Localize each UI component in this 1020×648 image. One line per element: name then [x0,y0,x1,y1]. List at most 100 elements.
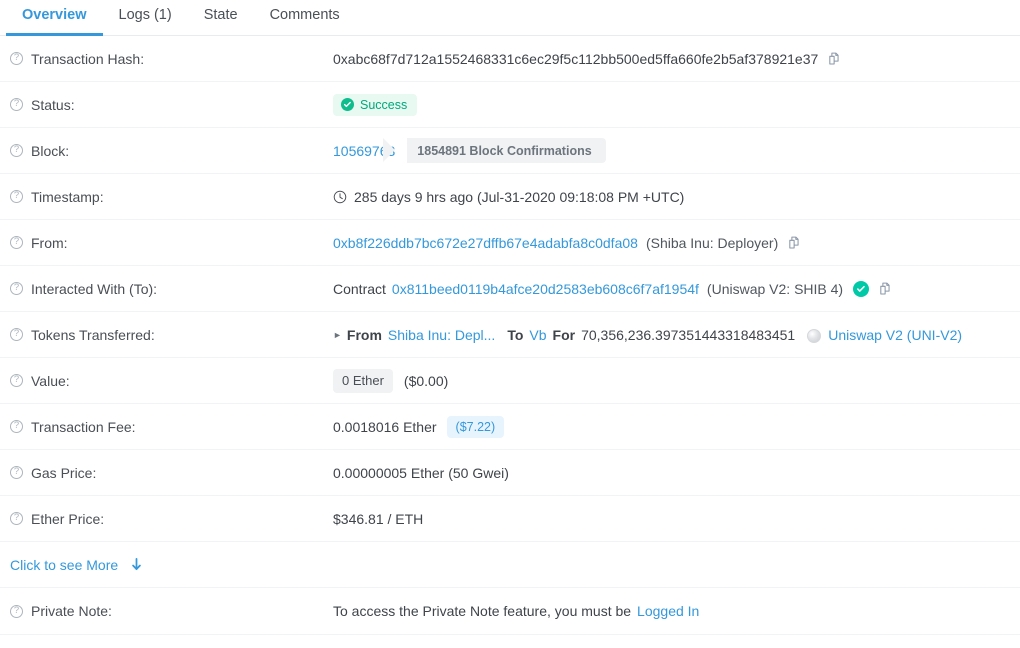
expand-caret-icon[interactable]: ► [333,330,342,340]
help-icon[interactable]: ? [10,374,23,387]
copy-icon[interactable] [827,52,842,67]
value-block: 10569763 1854891 Block Confirmations [333,138,1010,163]
see-more-toggle[interactable]: Click to see More [10,557,143,573]
label-interacted-with: ? Interacted With (To): [10,281,333,297]
token-from-link[interactable]: Shiba Inu: Depl... [388,327,495,343]
from-address-link[interactable]: 0xb8f226ddb7bc672e27dffb67e4adabfa8c0dfa… [333,235,638,251]
tab-overview[interactable]: Overview [6,0,103,35]
label-text: Value: [31,373,70,389]
details-list: ? Transaction Hash: 0xabc68f7d712a155246… [0,36,1020,635]
label-status: ? Status: [10,97,333,113]
token-from-keyword: From [347,327,382,343]
token-name-link[interactable]: Uniswap V2 (UNI-V2) [828,327,962,343]
value-transaction-hash: 0xabc68f7d712a1552468331c6ec29f5c112bb50… [333,51,1010,67]
row-tokens-transferred: ? Tokens Transferred: ► From Shiba Inu: … [0,312,1020,358]
token-for-keyword: For [553,327,576,343]
help-icon[interactable]: ? [10,328,23,341]
tab-logs[interactable]: Logs (1) [103,0,188,35]
block-wrapper: 10569763 1854891 Block Confirmations [333,138,606,163]
value-interacted-with: Contract 0x811beed0119b4afce20d2583eb608… [333,281,1010,297]
ether-price-text: $346.81 / ETH [333,511,423,527]
value-private-note: To access the Private Note feature, you … [333,603,1010,619]
label-transaction-fee: ? Transaction Fee: [10,419,333,435]
transaction-hash-text: 0xabc68f7d712a1552468331c6ec29f5c112bb50… [333,51,818,67]
check-circle-icon [341,98,354,111]
label-text: Status: [31,97,75,113]
value-fiat: ($0.00) [404,373,448,389]
contract-address-link[interactable]: 0x811beed0119b4afce20d2583eb608c6f7af195… [392,281,699,297]
transaction-fee-amount: 0.0018016 Ether [333,419,437,435]
label-from: ? From: [10,235,333,251]
block-confirmations-badge: 1854891 Block Confirmations [407,138,605,163]
tab-comments-label: Comments [270,7,340,23]
label-private-note: ? Private Note: [10,603,333,619]
label-text: Transaction Fee: [31,419,136,435]
token-to-keyword: To [507,327,523,343]
contract-tag: (Uniswap V2: SHIB 4) [707,281,843,297]
label-transaction-hash: ? Transaction Hash: [10,51,333,67]
help-icon[interactable]: ? [10,144,23,157]
help-icon[interactable]: ? [10,466,23,479]
verified-check-icon [853,281,869,297]
label-text: Tokens Transferred: [31,327,155,343]
help-icon[interactable]: ? [10,190,23,203]
from-address-tag: (Shiba Inu: Deployer) [646,235,778,251]
help-icon[interactable]: ? [10,420,23,433]
label-text: Block: [31,143,69,159]
row-transaction-fee: ? Transaction Fee: 0.0018016 Ether ($7.2… [0,404,1020,450]
tab-overview-label: Overview [22,7,87,23]
see-more-label: Click to see More [10,557,118,573]
tab-bar: Overview Logs (1) State Comments [0,0,1020,36]
label-block: ? Block: [10,143,333,159]
arrow-down-icon [130,557,143,572]
label-gas-price: ? Gas Price: [10,465,333,481]
label-text: From: [31,235,68,251]
help-icon[interactable]: ? [10,512,23,525]
tab-state-label: State [204,7,238,23]
copy-icon[interactable] [787,236,802,251]
token-amount: 70,356,236.397351443318483451 [581,327,795,343]
label-timestamp: ? Timestamp: [10,189,333,205]
row-block: ? Block: 10569763 1854891 Block Confirma… [0,128,1020,174]
row-ether-price: ? Ether Price: $346.81 / ETH [0,496,1020,542]
clock-icon [333,190,347,204]
help-icon[interactable]: ? [10,236,23,249]
label-text: Gas Price: [31,465,96,481]
label-text: Interacted With (To): [31,281,157,297]
value-from: 0xb8f226ddb7bc672e27dffb67e4adabfa8c0dfa… [333,235,1010,251]
help-icon[interactable]: ? [10,605,23,618]
value-transaction-fee: 0.0018016 Ether ($7.22) [333,416,1010,438]
help-icon[interactable]: ? [10,52,23,65]
status-badge-label: Success [360,98,407,112]
help-icon[interactable]: ? [10,282,23,295]
tab-logs-label: Logs (1) [119,7,172,23]
contract-prefix: Contract [333,281,386,297]
transaction-details-page: Overview Logs (1) State Comments ? Trans… [0,0,1020,648]
label-text: Timestamp: [31,189,104,205]
row-from: ? From: 0xb8f226ddb7bc672e27dffb67e4adab… [0,220,1020,266]
row-see-more: Click to see More [0,542,1020,588]
value-gas-price: 0.00000005 Ether (50 Gwei) [333,465,1010,481]
tab-comments[interactable]: Comments [254,0,356,35]
value-status: Success [333,94,1010,116]
help-icon[interactable]: ? [10,98,23,111]
label-ether-price: ? Ether Price: [10,511,333,527]
value-timestamp: 285 days 9 hrs ago (Jul-31-2020 09:18:08… [333,189,1010,205]
token-transfer-line: ► From Shiba Inu: Depl... To Vb For 70,3… [333,327,962,343]
token-to-link[interactable]: Vb [529,327,546,343]
transaction-fee-fiat-pill: ($7.22) [447,416,505,438]
label-text: Ether Price: [31,511,104,527]
value-tokens-transferred: ► From Shiba Inu: Depl... To Vb For 70,3… [333,327,1010,343]
row-gas-price: ? Gas Price: 0.00000005 Ether (50 Gwei) [0,450,1020,496]
label-text: Transaction Hash: [31,51,144,67]
logged-in-link[interactable]: Logged In [637,603,699,619]
gas-price-text: 0.00000005 Ether (50 Gwei) [333,465,509,481]
row-transaction-hash: ? Transaction Hash: 0xabc68f7d712a155246… [0,36,1020,82]
label-value: ? Value: [10,373,333,389]
tab-state[interactable]: State [188,0,254,35]
label-text: Private Note: [31,603,112,619]
copy-icon[interactable] [878,282,893,297]
row-value: ? Value: 0 Ether ($0.00) [0,358,1020,404]
row-private-note: ? Private Note: To access the Private No… [0,588,1020,635]
status-badge: Success [333,94,417,116]
